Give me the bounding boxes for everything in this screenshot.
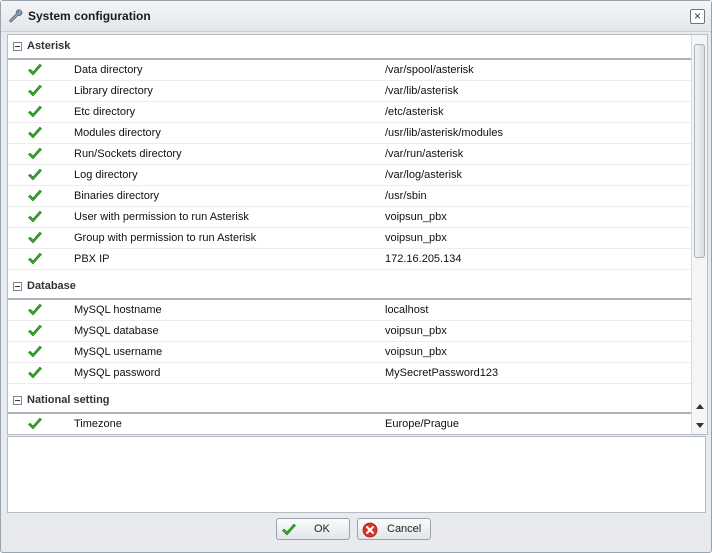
checkmark-icon: [28, 417, 42, 430]
setting-name: Library directory: [74, 85, 153, 97]
table-row[interactable]: MySQL database voipsun_pbx: [8, 321, 691, 342]
setting-value: voipsun_pbx: [385, 211, 447, 223]
table-row[interactable]: MySQL username voipsun_pbx: [8, 342, 691, 363]
setting-name: Binaries directory: [74, 190, 159, 202]
setting-value: /var/run/asterisk: [385, 148, 464, 160]
group-header[interactable]: National setting: [8, 389, 691, 414]
checkmark-icon: [28, 84, 42, 97]
configuration-grid[interactable]: Asterisk Data directory/var/spool/asteris…: [7, 34, 708, 435]
system-configuration-dialog: System configuration × Asterisk Data dire…: [0, 0, 712, 553]
scroll-up-arrow-icon[interactable]: [696, 404, 704, 409]
setting-name: User with permission to run Asterisk: [74, 211, 249, 223]
checkmark-icon: [28, 189, 42, 202]
grid-scrollbar[interactable]: [691, 35, 707, 434]
setting-name: MySQL hostname: [74, 304, 162, 316]
dialog-titlebar[interactable]: System configuration ×: [1, 1, 711, 32]
table-row[interactable]: PBX IP 172.16.205.134: [8, 249, 691, 270]
table-row[interactable]: Etc directory/etc/asterisk: [8, 102, 691, 123]
table-row[interactable]: Library directory/var/lib/asterisk: [8, 81, 691, 102]
setting-value: 172.16.205.134: [385, 253, 462, 265]
collapse-toggle-icon[interactable]: [13, 396, 22, 405]
cancel-icon: [362, 522, 378, 538]
wrench-icon: [9, 9, 23, 23]
setting-name: Log directory: [74, 169, 138, 181]
setting-value: voipsun_pbx: [385, 232, 447, 244]
group-header[interactable]: Database: [8, 275, 691, 300]
checkmark-icon: [28, 147, 42, 160]
cancel-button[interactable]: Cancel: [357, 518, 431, 540]
checkmark-icon: [28, 345, 42, 358]
table-row[interactable]: User with permission to run Asterisk voip…: [8, 207, 691, 228]
scroll-down-arrow-icon[interactable]: [696, 423, 704, 428]
setting-name: MySQL database: [74, 325, 159, 337]
setting-value: localhost: [385, 304, 429, 316]
checkmark-icon: [28, 210, 42, 223]
table-row[interactable]: Log directory/var/log/asterisk: [8, 165, 691, 186]
table-row[interactable]: Binaries directory/usr/sbin: [8, 186, 691, 207]
setting-value: voipsun_pbx: [385, 346, 447, 358]
collapse-toggle-icon[interactable]: [13, 282, 22, 291]
group-label: Database: [27, 280, 76, 292]
setting-value: MySecretPassword123: [385, 367, 499, 379]
setting-name: PBX IP: [74, 253, 110, 265]
table-row[interactable]: Data directory/var/spool/asterisk: [8, 60, 691, 81]
setting-value: /etc/asterisk: [385, 106, 444, 118]
setting-value: /var/spool/asterisk: [385, 64, 474, 76]
checkmark-icon: [28, 324, 42, 337]
cancel-button-label: Cancel: [387, 523, 422, 535]
scrollbar-thumb[interactable]: [694, 44, 705, 258]
setting-value: /var/lib/asterisk: [385, 85, 459, 97]
close-icon[interactable]: ×: [690, 9, 705, 24]
table-row[interactable]: Group with permission to run Asterisk voi…: [8, 228, 691, 249]
checkmark-icon: [282, 523, 296, 536]
table-row[interactable]: Run/Sockets directory/var/run/asterisk: [8, 144, 691, 165]
checkmark-icon: [28, 126, 42, 139]
table-row[interactable]: Modules directory/usr/lib/asterisk/modul…: [8, 123, 691, 144]
setting-name: Data directory: [74, 64, 143, 76]
group-label: Asterisk: [27, 40, 71, 52]
setting-value: /usr/sbin: [385, 190, 427, 202]
setting-name: Group with permission to run Asterisk: [74, 232, 257, 244]
setting-value: /usr/lib/asterisk/modules: [385, 127, 503, 139]
checkmark-icon: [28, 105, 42, 118]
setting-name: Modules directory: [74, 127, 161, 139]
table-row[interactable]: MySQL password MySecretPassword123: [8, 363, 691, 384]
setting-name: Timezone: [74, 418, 122, 430]
setting-name: Etc directory: [74, 106, 136, 118]
checkmark-icon: [28, 168, 42, 181]
ok-button-label: OK: [314, 523, 330, 535]
grid-body: Asterisk Data directory/var/spool/asteris…: [8, 35, 691, 434]
checkmark-icon: [28, 366, 42, 379]
setting-name: MySQL password: [74, 367, 161, 379]
setting-value: voipsun_pbx: [385, 325, 447, 337]
setting-name: Run/Sockets directory: [74, 148, 182, 160]
checkmark-icon: [28, 303, 42, 316]
checkmark-icon: [28, 63, 42, 76]
setting-value: /var/log/asterisk: [385, 169, 463, 181]
table-row[interactable]: Timezone Europe/Prague: [8, 414, 691, 434]
group-header[interactable]: Asterisk: [8, 35, 691, 60]
checkmark-icon: [28, 231, 42, 244]
setting-name: MySQL username: [74, 346, 163, 358]
setting-value: Europe/Prague: [385, 418, 459, 430]
checkmark-icon: [28, 252, 42, 265]
table-row[interactable]: MySQL hostname localhost: [8, 300, 691, 321]
collapse-toggle-icon[interactable]: [13, 42, 22, 51]
ok-button[interactable]: OK: [276, 518, 350, 540]
group-label: National setting: [27, 394, 110, 406]
notes-textarea[interactable]: [7, 436, 706, 513]
dialog-title: System configuration: [28, 9, 151, 23]
